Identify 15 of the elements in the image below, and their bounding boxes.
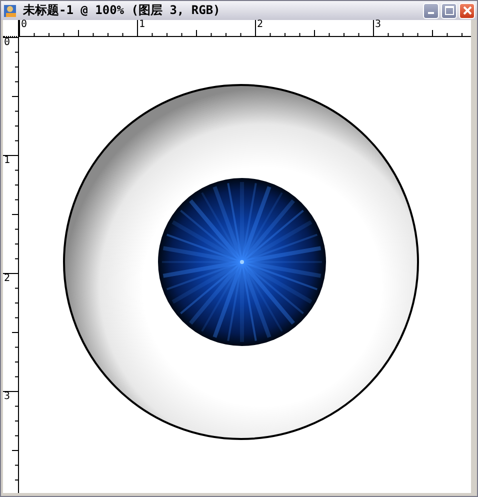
ruler-label: 1 [139,20,146,30]
minimize-button[interactable] [423,2,439,18]
window-title: 未标题-1 @ 100% (图层 3, RGB) [23,2,222,19]
ruler-label: 0 [21,20,28,30]
horizontal-ruler[interactable]: 0 1 2 3 [19,20,471,37]
maximize-icon [444,6,454,15]
maximize-button[interactable] [441,2,457,18]
ruler-origin[interactable] [3,20,19,37]
app-icon [3,2,19,18]
ruler-label: 0 [4,38,10,48]
ruler-label: 2 [257,20,264,30]
ruler-label: 3 [375,20,382,30]
ruler-label: 1 [4,156,10,166]
close-button[interactable] [459,2,475,18]
close-icon [462,6,472,15]
